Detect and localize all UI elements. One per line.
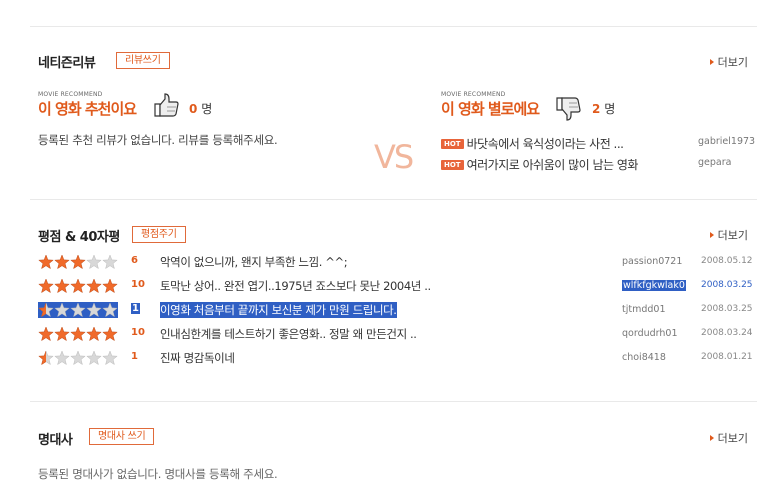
rating-row: 6 악역이 없으니까, 왠지 부족한 느낌. ^^; passion0721 2… <box>38 254 753 270</box>
star-filled-icon <box>38 255 54 269</box>
rating-score: 1 <box>131 351 138 362</box>
recommend-empty-message: 등록된 추천 리뷰가 없습니다. 리뷰를 등록해주세요. <box>38 133 278 147</box>
top-divider <box>30 26 757 27</box>
star-filled-icon <box>86 327 102 341</box>
write-review-button[interactable]: 리뷰쓰기 <box>116 52 170 69</box>
star-rating-icon <box>38 255 118 269</box>
star-empty-icon <box>86 351 102 365</box>
not-recommend-item-text[interactable]: 여러가지로 아쉬움이 많이 남는 영화 <box>467 158 639 172</box>
netizen-review-more-link[interactable]: 더보기 <box>709 54 748 70</box>
rating-comment[interactable]: 인내심한계를 테스트하기 좋은영화.. 정말 왜 만든건지 .. <box>160 326 417 342</box>
hot-badge: HOT <box>441 160 464 170</box>
rating-comment[interactable]: 진짜 명감독이네 <box>160 350 235 366</box>
star-filled-icon <box>102 327 118 341</box>
thumbs-down-icon <box>556 97 581 121</box>
star-filled-icon <box>38 279 54 293</box>
rating-comment[interactable]: 이영화 처음부터 끝까지 보신분 제가 만원 드립니다. <box>160 302 397 318</box>
not-recommend-item[interactable]: HOT 바닷속에서 육식성이라는 사전 ... <box>441 133 624 151</box>
star-filled-icon <box>102 279 118 293</box>
rating-row: 10 토막난 상어.. 완전 엽기..1975년 죠스보다 못난 2004년 .… <box>38 278 753 294</box>
star-filled-icon <box>86 279 102 293</box>
rating-score: 10 <box>131 279 145 290</box>
star-empty-icon <box>86 303 102 317</box>
not-recommend-item[interactable]: HOT 여러가지로 아쉬움이 많이 남는 영화 <box>441 154 638 172</box>
not-recommend-item-user[interactable]: gepara <box>698 157 731 168</box>
not-recommend-caption: MOVIE RECOMMEND <box>441 91 506 98</box>
not-recommend-title: 이 영화 별로에요 <box>441 100 540 118</box>
star-rating-icon <box>38 279 118 293</box>
rating-row: 1 이영화 처음부터 끝까지 보신분 제가 만원 드립니다. tjtmdd01 … <box>38 302 753 318</box>
star-filled-icon <box>54 327 70 341</box>
rating-date: 2008.01.21 <box>701 352 753 362</box>
rating-user[interactable]: tjtmdd01 <box>622 304 666 315</box>
ratings-title: 평점 & 40자평 <box>38 230 120 245</box>
star-filled-icon <box>54 255 70 269</box>
star-empty-icon <box>102 351 118 365</box>
star-empty-icon <box>54 303 70 317</box>
star-rating-icon <box>38 351 118 365</box>
rating-user[interactable]: choi8418 <box>622 352 666 363</box>
ratings-more-link[interactable]: 더보기 <box>709 227 748 243</box>
star-rating-icon <box>38 327 118 341</box>
star-empty-icon <box>102 303 118 317</box>
arrow-right-icon <box>709 232 714 238</box>
star-empty-icon <box>70 351 86 365</box>
star-rating-icon <box>38 303 118 317</box>
netizen-review-title: 네티즌리뷰 <box>38 56 96 71</box>
star-empty-icon <box>70 303 86 317</box>
vs-label: VS <box>374 138 414 176</box>
star-filled-icon <box>38 327 54 341</box>
rating-score: 6 <box>131 255 138 266</box>
rating-date: 2008.03.25 <box>701 280 753 290</box>
give-rating-button[interactable]: 평점주기 <box>132 226 186 243</box>
rating-user[interactable]: wlfkfgkwlak0 <box>622 280 686 291</box>
arrow-right-icon <box>709 59 714 65</box>
section-divider <box>30 199 757 200</box>
star-empty-icon <box>54 351 70 365</box>
star-filled-icon <box>70 327 86 341</box>
rating-comment[interactable]: 토막난 상어.. 완전 엽기..1975년 죠스보다 못난 2004년 .. <box>160 278 431 294</box>
rating-score: 10 <box>131 327 145 338</box>
recommend-title: 이 영화 추천이요 <box>38 100 137 118</box>
rating-user[interactable]: qordudrh01 <box>622 328 678 339</box>
rating-date: 2008.03.25 <box>701 304 753 314</box>
arrow-right-icon <box>709 435 714 441</box>
not-recommend-item-user[interactable]: gabriel1973 <box>698 136 755 147</box>
write-famous-line-button[interactable]: 명대사 쓰기 <box>89 428 155 445</box>
rating-date: 2008.05.12 <box>701 256 753 266</box>
rating-user[interactable]: passion0721 <box>622 256 682 267</box>
not-recommend-count: 2 명 <box>592 102 616 116</box>
rating-score: 1 <box>131 303 140 314</box>
star-filled-icon <box>54 279 70 293</box>
rating-row: 1 진짜 명감독이네 choi8418 2008.01.21 <box>38 350 753 366</box>
rating-date: 2008.03.24 <box>701 328 753 338</box>
famous-lines-title: 명대사 <box>38 433 73 448</box>
section-divider <box>30 401 757 402</box>
recommend-count: 0 명 <box>189 102 213 116</box>
star-filled-icon <box>70 279 86 293</box>
star-empty-icon <box>86 255 102 269</box>
famous-lines-empty-message: 등록된 명대사가 없습니다. 명대사를 등록해 주세요. <box>38 467 278 481</box>
hot-badge: HOT <box>441 139 464 149</box>
thumbs-up-icon <box>154 93 179 117</box>
rating-row: 10 인내심한계를 테스트하기 좋은영화.. 정말 왜 만든건지 .. qord… <box>38 326 753 342</box>
famous-lines-more-link[interactable]: 더보기 <box>709 430 748 446</box>
recommend-caption: MOVIE RECOMMEND <box>38 91 103 98</box>
rating-comment[interactable]: 악역이 없으니까, 왠지 부족한 느낌. ^^; <box>160 254 348 270</box>
star-empty-icon <box>102 255 118 269</box>
not-recommend-item-text[interactable]: 바닷속에서 육식성이라는 사전 ... <box>467 137 624 151</box>
star-filled-icon <box>70 255 86 269</box>
